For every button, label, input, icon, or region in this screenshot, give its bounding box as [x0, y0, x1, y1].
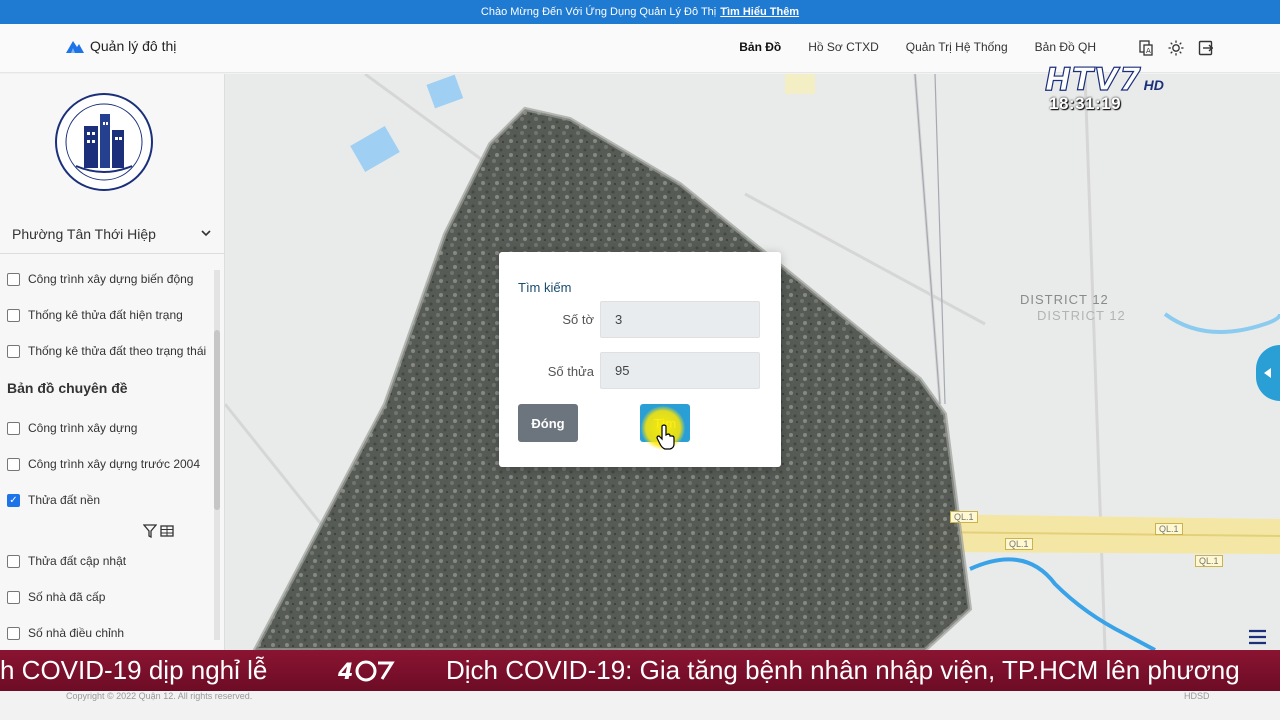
htv-ticker-logo-icon: 4 — [338, 660, 395, 684]
ward-dropdown-value: Phường Tân Thới Hiệp — [12, 225, 156, 242]
layer-tools — [143, 524, 174, 538]
logout-icon[interactable] — [1198, 40, 1214, 56]
nav-map[interactable]: Bản Đồ — [739, 40, 781, 54]
nav-planning-map[interactable]: Bản Đồ QH — [1035, 40, 1096, 54]
channel-hd-label: HD — [1143, 77, 1164, 93]
dialog-title: Tìm kiếm — [518, 280, 572, 295]
layer-sidebar: Phường Tân Thới Hiệp Công trình xây dựng… — [0, 74, 225, 650]
channel-logo: HTV7 — [1044, 61, 1142, 98]
layer-label: Thống kê thửa đất theo trạng thái — [28, 344, 207, 358]
chevron-down-icon — [201, 230, 211, 237]
sun-icon[interactable] — [1168, 40, 1184, 56]
translate-icon[interactable]: A — [1138, 40, 1154, 56]
svg-text:A: A — [1146, 47, 1151, 55]
parcel-number-input[interactable]: 95 — [600, 352, 760, 389]
ticker-text-previous: h COVID-19 dịp nghỉ lễ — [0, 655, 268, 685]
layer-label: Thửa đất nền — [28, 493, 101, 507]
layer-item[interactable]: Số nhà điều chỉnh — [7, 626, 124, 640]
parcel-number-label: Số thửa — [547, 364, 594, 379]
layer-checkbox[interactable] — [7, 272, 20, 286]
nav-system-admin[interactable]: Quản Trị Hệ Thống — [906, 40, 1008, 54]
svg-text:4: 4 — [338, 660, 353, 684]
thematic-maps-heading: Bản đồ chuyên đề — [7, 380, 128, 396]
layer-item[interactable]: Công trình xây dựng trước 2004 — [7, 457, 200, 471]
hand-pointer-icon — [656, 424, 675, 450]
sheet-number-label: Số tờ — [562, 312, 594, 327]
table-icon[interactable] — [160, 524, 174, 538]
close-button[interactable]: Đóng — [518, 404, 578, 442]
layer-checkbox[interactable] — [7, 626, 20, 640]
nav-icon-group: A — [1138, 40, 1214, 56]
road-badge: QL.1 — [950, 511, 978, 523]
layer-label: Số nhà điều chỉnh — [28, 626, 125, 640]
layer-item[interactable]: Thửa đất cập nhật — [7, 554, 126, 568]
district-12-emblem-logo — [55, 93, 153, 191]
layer-label: Thửa đất cập nhật — [28, 554, 127, 568]
layer-label: Công trình xây dựng biến động — [28, 272, 194, 286]
sidebar-scrollbar[interactable] — [214, 270, 220, 640]
layer-checkbox-checked[interactable]: ✓ — [7, 493, 20, 507]
layer-item[interactable]: ✓ Thửa đất nền — [7, 493, 100, 507]
layer-checkbox[interactable] — [7, 344, 20, 358]
layer-item[interactable]: Công trình xây dựng — [7, 421, 137, 435]
layer-label: Công trình xây dựng — [28, 421, 138, 435]
welcome-banner: Chào Mừng Đến Với Ứng Dụng Quản Lý Đô Th… — [0, 0, 1280, 24]
road-badge: QL.1 — [1155, 523, 1183, 535]
layer-checkbox[interactable] — [7, 421, 20, 435]
layer-checkbox[interactable] — [7, 457, 20, 471]
banner-text: Chào Mừng Đến Với Ứng Dụng Quản Lý Đô Th… — [480, 6, 717, 18]
layer-label: Công trình xây dựng trước 2004 — [28, 457, 201, 471]
broadcast-clock: 18:31:19 — [1049, 94, 1122, 113]
layer-label: Số nhà đã cấp — [28, 590, 106, 604]
main-nav: Bản Đồ Hồ Sơ CTXD Quản Trị Hệ Thống Bản … — [739, 40, 1096, 54]
layer-item[interactable]: Thống kê thửa đất hiện trạng — [7, 308, 183, 322]
search-dialog: Tìm kiếm Số tờ 3 Số thửa 95 Đóng Tìm — [499, 252, 781, 467]
chevron-left-icon — [1264, 368, 1271, 378]
road-badge: QL.1 — [1005, 538, 1033, 550]
ticker-text-current: Dịch COVID-19: Gia tăng bệnh nhân nhập v… — [446, 655, 1240, 685]
district-label: DISTRICT 12 — [1020, 292, 1109, 307]
htv7-watermark: HTV7 HD 18:31:19 — [1044, 61, 1200, 114]
layer-item[interactable]: Số nhà đã cấp — [7, 590, 105, 604]
layer-item[interactable]: Thống kê thửa đất theo trạng thái — [7, 344, 206, 358]
ward-dropdown[interactable]: Phường Tân Thới Hiệp — [0, 214, 224, 254]
sidebar-scrollbar-thumb[interactable] — [214, 330, 220, 510]
sheet-number-input[interactable]: 3 — [600, 301, 760, 338]
mountain-logo-icon — [66, 41, 84, 53]
brand-title: Quản lý đô thị — [90, 38, 177, 54]
layer-checkbox[interactable] — [7, 590, 20, 604]
page-footer: Copyright © 2022 Quận 12. All rights res… — [0, 691, 1280, 720]
menu-icon[interactable] — [1246, 626, 1268, 648]
layer-item[interactable]: Công trình xây dựng biến động — [7, 272, 193, 286]
banner-learn-more-link[interactable]: Tìm Hiểu Thêm — [720, 6, 799, 18]
user-guide-link[interactable]: HDSD — [1184, 691, 1210, 701]
brand[interactable]: Quản lý đô thị — [66, 38, 176, 54]
nav-construction-records[interactable]: Hồ Sơ CTXD — [808, 40, 879, 54]
layer-checkbox[interactable] — [7, 308, 20, 322]
layer-checkbox[interactable] — [7, 554, 20, 568]
road-badge: QL.1 — [1195, 555, 1223, 567]
layer-label: Thống kê thửa đất hiện trạng — [28, 308, 183, 322]
district-label: DISTRICT 12 — [1037, 308, 1126, 323]
copyright-text: Copyright © 2022 Quận 12. All rights res… — [66, 691, 253, 701]
news-ticker: h COVID-19 dịp nghỉ lễ 4 Dịch COVID-19: … — [0, 650, 1280, 691]
filter-icon[interactable] — [143, 524, 157, 538]
